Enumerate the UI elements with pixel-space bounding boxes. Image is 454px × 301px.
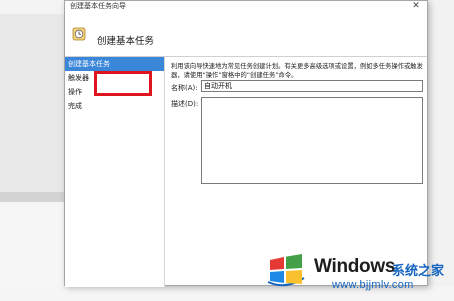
description-field[interactable] [201, 97, 423, 184]
windows-logo-icon [267, 254, 305, 287]
background-window-strip [0, 0, 64, 14]
name-label: 名称(A): [171, 84, 198, 92]
title-bar[interactable]: 创建基本任务向导 ✕ [65, 1, 427, 13]
watermark-url: www.bjjmlv.com [332, 279, 414, 291]
page-title: 创建基本任务 [97, 36, 155, 47]
step-finish[interactable]: 完成 [65, 99, 164, 113]
description-label: 描述(D): [171, 100, 199, 108]
create-basic-task-dialog: 创建基本任务向导 ✕ 创建基本任务 创建基本任务 触发器 操作 完成 利用该向导… [64, 0, 428, 287]
wizard-description: 利用该向导快速地为常见任务创建计划。有关更多高级选项或设置，例如多任务操作或触发… [171, 63, 423, 79]
name-field-highlight [94, 71, 152, 96]
window-title: 创建基本任务向导 [70, 2, 126, 10]
close-icon[interactable]: ✕ [407, 0, 425, 12]
watermark-title: Windows [314, 256, 396, 277]
watermark-subtitle: 系统之家 [392, 264, 445, 279]
watermark: Windows 系统之家 www.bjjmlv.com [262, 246, 452, 294]
task-wizard-icon [72, 27, 86, 41]
wizard-header: 创建基本任务 [65, 13, 427, 56]
name-field[interactable] [201, 80, 423, 92]
background-divider [0, 192, 64, 202]
step-create-basic-task[interactable]: 创建基本任务 [65, 57, 164, 71]
